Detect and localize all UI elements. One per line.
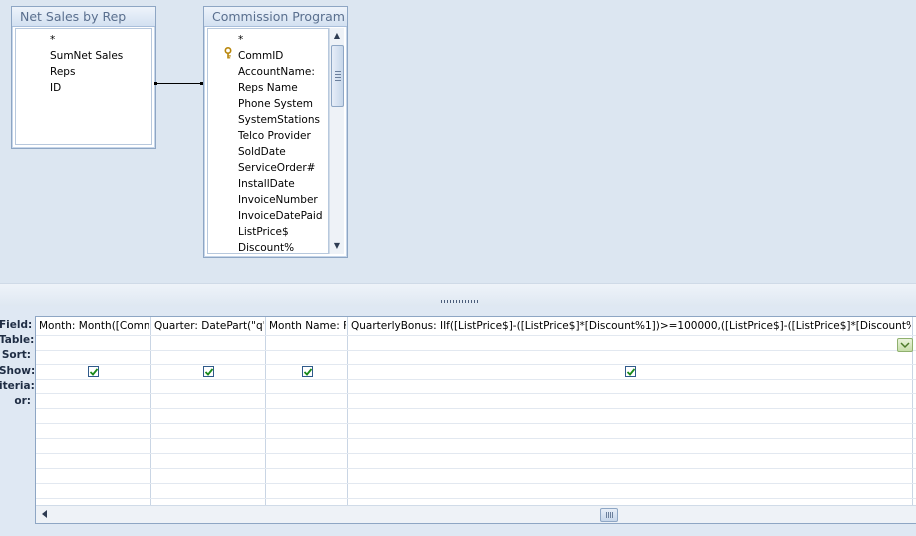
field-item-all[interactable]: * [50, 32, 55, 48]
grid-horizontal-scrollbar[interactable] [36, 505, 916, 523]
checkbox-checked-icon [303, 368, 313, 376]
field-item-telco-provider[interactable]: Telco Provider [238, 128, 311, 144]
scroll-down-arrow-icon[interactable]: ▼ [330, 239, 344, 253]
query-diagram-pane[interactable]: Net Sales by Rep * SumNet Sales Reps ID … [0, 0, 916, 283]
field-list: * CommID AccountName: Reps Name Phone Sy… [207, 28, 329, 254]
checkbox-checked-icon [204, 368, 214, 376]
show-checkbox-quarter[interactable] [203, 366, 214, 377]
pane-splitter[interactable] [0, 283, 916, 307]
field-item-reps-name[interactable]: Reps Name [238, 80, 298, 96]
field-item-accountname[interactable]: AccountName: [238, 64, 315, 80]
row-label-or: or: [14, 395, 31, 407]
row-label-table: Table: [0, 334, 35, 346]
row-label-sort: Sort: [1, 349, 31, 361]
scroll-up-arrow-icon[interactable]: ▲ [330, 29, 344, 43]
field-item-systemstations[interactable]: SystemStations [238, 112, 320, 128]
row-label-field: Field: [0, 319, 33, 331]
design-grid[interactable]: Month: Month([Comm Quarter: DatePart("q"… [35, 316, 916, 524]
scrollbar-thumb[interactable] [331, 45, 344, 107]
field-item-invoicenumber[interactable]: InvoiceNumber [238, 192, 318, 208]
join-endpoint [154, 82, 157, 85]
splitter-grip-icon[interactable] [441, 300, 479, 303]
field-item-listprice[interactable]: ListPrice$ [238, 224, 289, 240]
relationship-join-line[interactable] [154, 83, 204, 84]
field-item-invoicedatepaid[interactable]: InvoiceDatePaid [238, 208, 323, 224]
query-design-grid-pane: Field: Table: Sort: Show: iteria: or: Mo… [0, 306, 916, 536]
show-checkbox-month-name[interactable] [302, 366, 313, 377]
field-item-discount[interactable]: Discount% [238, 240, 294, 253]
table-dropdown-button[interactable] [897, 338, 913, 352]
field-item-solddate[interactable]: SoldDate [238, 144, 286, 160]
field-item-sumnet-sales[interactable]: SumNet Sales [50, 48, 123, 64]
field-item-commid[interactable]: CommID [238, 48, 283, 64]
row-labels: Field: Table: Sort: Show: iteria: or: [0, 316, 35, 426]
field-list: * SumNet Sales Reps ID [15, 28, 152, 145]
field-cell-quarterly-bonus[interactable]: QuarterlyBonus: IIf([ListPrice$]-([ListP… [351, 319, 911, 334]
scrollbar-thumb[interactable] [600, 508, 618, 522]
field-item-installdate[interactable]: InstallDate [238, 176, 295, 192]
scroll-left-arrow-icon[interactable] [40, 508, 50, 520]
table-title[interactable]: Net Sales by Rep [12, 7, 155, 27]
show-checkbox-quarterly-bonus[interactable] [625, 366, 636, 377]
field-item-reps[interactable]: Reps [50, 64, 75, 80]
field-item-serviceorder[interactable]: ServiceOrder# [238, 160, 315, 176]
row-label-criteria: iteria: [0, 380, 35, 392]
field-list-commission-program[interactable]: Commission Program * CommID AccountName:… [203, 6, 348, 258]
field-item-all[interactable]: * [238, 32, 243, 48]
table-title[interactable]: Commission Program [204, 7, 347, 27]
primary-key-icon [224, 46, 234, 59]
checkbox-checked-icon [626, 368, 636, 376]
field-cell-quarter[interactable]: Quarter: DatePart("q", [154, 319, 264, 334]
dropdown-arrow-icon [900, 342, 910, 349]
field-item-id[interactable]: ID [50, 80, 61, 96]
field-item-phone-system[interactable]: Phone System [238, 96, 313, 112]
field-cell-month[interactable]: Month: Month([Comm [39, 319, 149, 334]
checkbox-checked-icon [89, 368, 99, 376]
show-checkbox-month[interactable] [88, 366, 99, 377]
field-list-scrollbar[interactable]: ▲ ▼ [329, 28, 344, 254]
row-label-show: Show: [0, 365, 36, 377]
field-list-net-sales-by-rep[interactable]: Net Sales by Rep * SumNet Sales Reps ID [11, 6, 156, 149]
field-cell-month-name[interactable]: Month Name: F [269, 319, 346, 334]
